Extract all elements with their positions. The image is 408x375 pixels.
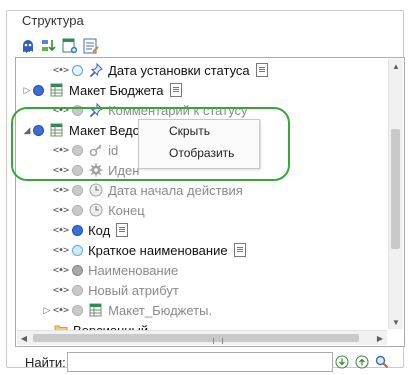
tree-row-label: Наименование bbox=[88, 262, 179, 278]
tree-rows: <•> Дата установки статуса ▷ Макет Бюджета <… bbox=[16, 60, 388, 340]
vertical-scrollbar[interactable]: ▲ ▼ bbox=[388, 59, 403, 329]
expander-icon[interactable]: ▷ bbox=[42, 305, 52, 315]
document-icon[interactable] bbox=[169, 83, 182, 97]
sort-tree-icon[interactable] bbox=[40, 37, 58, 55]
tree-row-label: Код bbox=[88, 222, 111, 238]
horizontal-scrollbar[interactable]: ◀ ▶ bbox=[17, 330, 387, 345]
connector-icon: <•> bbox=[53, 144, 69, 156]
status-circle-icon[interactable] bbox=[72, 184, 84, 196]
status-circle-icon[interactable] bbox=[72, 64, 84, 76]
connector-icon: <•> bbox=[53, 264, 69, 276]
clock-icon bbox=[88, 202, 104, 218]
status-circle-icon[interactable] bbox=[72, 224, 84, 236]
hscroll-thumb[interactable] bbox=[33, 334, 359, 344]
tree-row[interactable]: ▷ Макет Бюджета bbox=[16, 80, 388, 100]
tree-row[interactable]: <•> Краткое наименование bbox=[16, 240, 388, 260]
table-icon bbox=[88, 302, 104, 318]
tree-row-label: id bbox=[108, 142, 119, 158]
structure-panel: Структура <•> Дата установки статуса ▷ Маке… bbox=[6, 10, 405, 372]
table-icon bbox=[49, 82, 65, 98]
connector-icon: <•> bbox=[53, 224, 69, 236]
search-input[interactable] bbox=[67, 352, 333, 372]
expander-icon[interactable]: ◢ bbox=[22, 125, 32, 135]
tree-row-label: Макет_Бюджеты. bbox=[108, 302, 213, 318]
scroll-down-icon[interactable]: ▼ bbox=[389, 315, 403, 329]
panel-title: Структура bbox=[19, 13, 87, 28]
status-circle-icon[interactable] bbox=[72, 164, 84, 176]
search-bar: Найти: bbox=[15, 351, 403, 375]
scroll-left-icon[interactable]: ◀ bbox=[17, 331, 31, 345]
status-circle-icon[interactable] bbox=[33, 84, 44, 96]
tree-row-label: Дата установки статуса bbox=[108, 62, 250, 78]
tree-row-label: Новый атрибут bbox=[88, 282, 179, 298]
tree-row-label: Конец bbox=[108, 202, 145, 218]
search-label: Найти: bbox=[25, 355, 66, 370]
document-icon[interactable] bbox=[255, 63, 268, 77]
pin-icon bbox=[88, 62, 104, 78]
connector-icon: <•> bbox=[53, 244, 69, 256]
status-circle-icon[interactable] bbox=[72, 304, 84, 316]
status-circle-icon[interactable] bbox=[72, 264, 84, 276]
connector-icon: <•> bbox=[53, 104, 69, 116]
tree-row[interactable]: ▷ <•> Макет_Бюджеты. bbox=[16, 300, 388, 320]
tree-row[interactable]: <•> Новый атрибут bbox=[16, 280, 388, 300]
table-icon bbox=[49, 122, 65, 138]
list-edit-icon[interactable] bbox=[82, 37, 100, 55]
status-circle-icon[interactable] bbox=[72, 144, 84, 156]
scroll-thumb[interactable] bbox=[391, 129, 400, 249]
tree-row-label: Макет Бюджета bbox=[69, 82, 164, 98]
scroll-right-icon[interactable]: ▶ bbox=[373, 331, 387, 345]
document-icon[interactable] bbox=[233, 243, 246, 257]
gear-icon bbox=[88, 162, 104, 178]
grip-icon bbox=[213, 338, 223, 344]
status-circle-icon[interactable] bbox=[72, 104, 84, 116]
context-menu-hide[interactable]: Скрыть bbox=[139, 120, 259, 142]
context-menu-show[interactable]: Отобразить bbox=[139, 142, 259, 164]
tree-row[interactable]: <•> Дата установки статуса bbox=[16, 60, 388, 80]
status-circle-icon[interactable] bbox=[72, 244, 84, 256]
scroll-up-icon[interactable]: ▲ bbox=[389, 59, 403, 73]
tree-row[interactable]: <•> Наименование bbox=[16, 260, 388, 280]
toolbar bbox=[19, 37, 100, 55]
clock-icon bbox=[88, 182, 104, 198]
find-previous-icon[interactable] bbox=[353, 353, 371, 371]
connector-icon: <•> bbox=[53, 204, 69, 216]
tree-row[interactable]: <•> Код bbox=[16, 220, 388, 240]
tree-row[interactable]: <•> Комментарий к статусу bbox=[16, 100, 388, 120]
pin-icon bbox=[88, 102, 104, 118]
tree-row-label: Краткое наименование bbox=[88, 242, 228, 258]
structure-tree[interactable]: <•> Дата установки статуса ▷ Макет Бюджета <… bbox=[15, 57, 405, 347]
document-icon[interactable] bbox=[116, 223, 129, 237]
tree-row[interactable]: <•> Дата начала действия bbox=[16, 180, 388, 200]
key-icon bbox=[88, 142, 104, 158]
status-circle-icon[interactable] bbox=[72, 204, 84, 216]
connector-icon: <•> bbox=[53, 284, 69, 296]
tree-row-label: Комментарий к статусу bbox=[108, 102, 248, 118]
tree-row-label: Иден bbox=[108, 162, 140, 178]
table-add-icon[interactable] bbox=[61, 37, 79, 55]
status-circle-icon[interactable] bbox=[72, 284, 84, 296]
search-icon[interactable] bbox=[373, 353, 391, 371]
connector-icon: <•> bbox=[53, 184, 69, 196]
context-menu: Скрыть Отобразить bbox=[138, 119, 260, 169]
ghost-icon[interactable] bbox=[19, 37, 37, 55]
expander-icon[interactable]: ▷ bbox=[22, 85, 32, 95]
connector-icon: <•> bbox=[53, 64, 69, 76]
tree-row-label: Дата начала действия bbox=[108, 182, 243, 198]
connector-icon: <•> bbox=[53, 304, 69, 316]
tree-row[interactable]: <•> Конец bbox=[16, 200, 388, 220]
status-circle-icon[interactable] bbox=[33, 124, 44, 136]
find-next-icon[interactable] bbox=[333, 353, 351, 371]
connector-icon: <•> bbox=[53, 164, 69, 176]
